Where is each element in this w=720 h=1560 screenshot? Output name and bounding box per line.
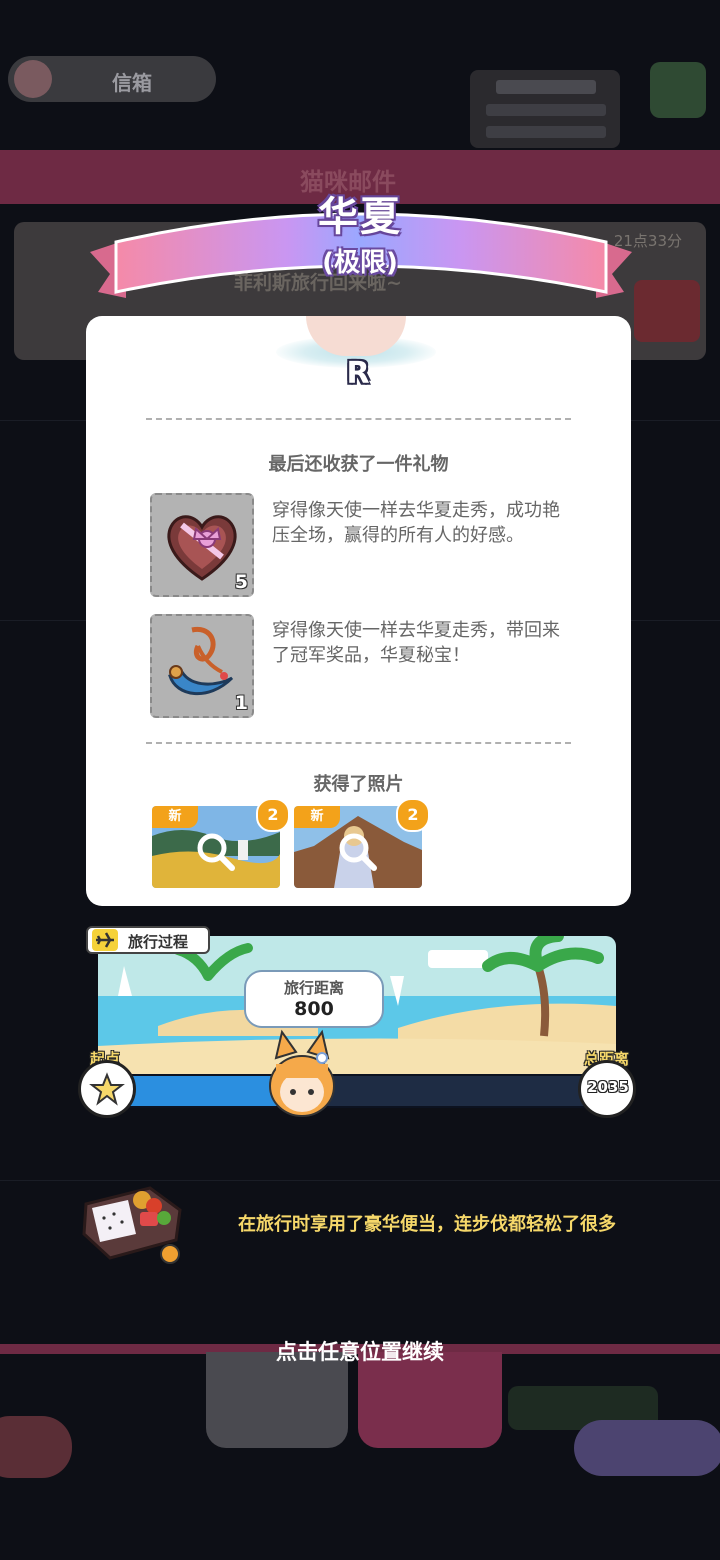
mail-preview-badge [634, 280, 700, 342]
difficulty-subtitle: (极限) [322, 248, 398, 278]
background-info-panel [470, 70, 620, 148]
mailbox-label: 信箱 [112, 71, 152, 95]
mailbox-avatar [14, 60, 52, 98]
background-back-button [0, 1416, 72, 1478]
gift-desc-1: 穿得像天使一样去华夏走秀，成功艳压全场，赢得的所有人的好感。 [272, 500, 560, 546]
travel-distance-value: 800 [294, 998, 334, 1020]
rank-badge: R [346, 356, 370, 391]
gift-slot-1[interactable]: 5 [150, 493, 254, 597]
travel-process-tag: 旅行过程 [86, 926, 210, 954]
photo-section-title: 获得了照片 [313, 774, 404, 795]
gift-count-2: 1 [234, 692, 248, 714]
background-claim-all-button [574, 1420, 720, 1476]
photo-count-badge: 2 [256, 798, 290, 832]
background-paw-button [358, 1352, 502, 1448]
tap-to-continue-hint[interactable]: 点击任意位置继续 [0, 1336, 720, 1366]
gift-count-1: 5 [234, 571, 248, 593]
travel-event-text: 在旅行时享用了豪华便当，连步伐都轻松了很多 [238, 1214, 616, 1235]
total-distance-value: 2035 [587, 1078, 629, 1096]
travel-process-label: 旅行过程 [128, 933, 189, 951]
background-info-line [486, 104, 606, 116]
travel-distance-bubble: 旅行距离 800 [244, 970, 384, 1028]
background-mail-settings-button [206, 1352, 348, 1448]
divider [146, 742, 571, 744]
magnifier-icon [339, 833, 377, 871]
new-badge: 新 [152, 806, 198, 828]
magnifier-icon [197, 833, 235, 871]
divider [146, 418, 571, 420]
new-badge: 新 [294, 806, 340, 828]
gift-desc-2: 穿得像天使一样去华夏走秀，带回来了冠军奖品，华夏秘宝！ [272, 620, 560, 666]
destination-title: 华夏 [318, 194, 402, 240]
travel-result-card: R 最后还收获了一件礼物 5 穿得像天使一样去华夏走秀，成功艳压全场，赢得的所有… [86, 316, 631, 906]
background-top-button [650, 62, 706, 118]
bento-box-icon [82, 1186, 182, 1264]
airplane-icon [92, 929, 118, 951]
photo-count-badge: 2 [396, 798, 430, 832]
background-info-line [496, 80, 596, 94]
gift-section-title: 最后还收获了一件礼物 [268, 454, 449, 475]
start-point [78, 1060, 136, 1118]
cat-avatar-icon [269, 1029, 335, 1117]
mailbox-header: 信箱 [8, 56, 216, 102]
travel-distance-label: 旅行距离 [283, 979, 344, 997]
distance-progress-bar [118, 1074, 598, 1108]
gift-slot-2[interactable]: 1 [150, 614, 254, 718]
background-info-line [486, 126, 606, 138]
star-icon [89, 1072, 125, 1106]
